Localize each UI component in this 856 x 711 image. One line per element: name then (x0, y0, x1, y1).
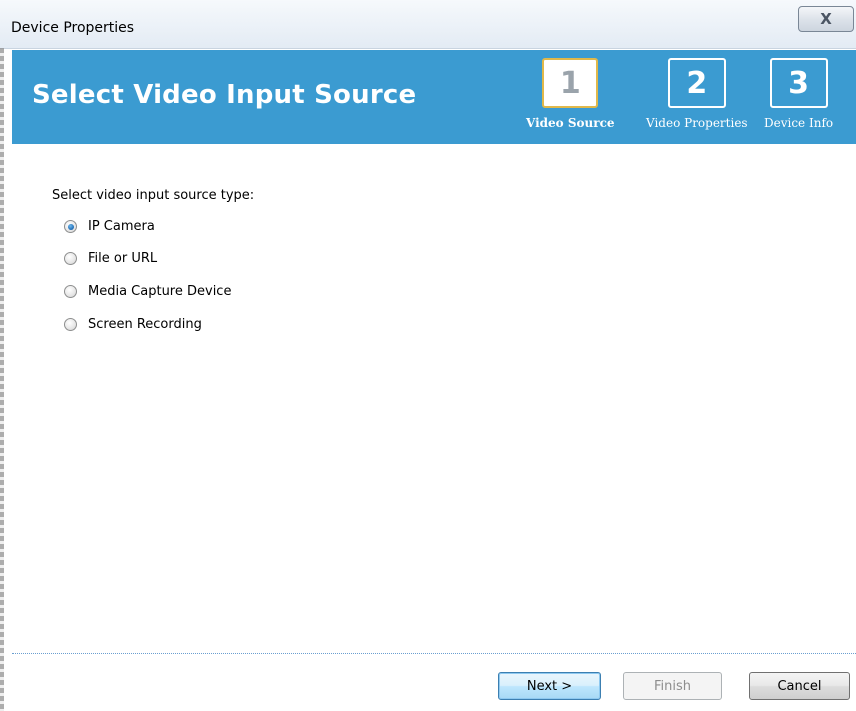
device-properties-window: Device Properties X Select Video Input S… (0, 0, 856, 711)
wizard-footer: Next > Finish Cancel (12, 654, 856, 711)
step-video-properties: 2 Video Properties (646, 58, 748, 130)
radio-unchecked-icon[interactable] (64, 285, 77, 298)
page-title: Select Video Input Source (32, 80, 417, 110)
option-label: Media Capture Device (88, 284, 232, 299)
step-number: 2 (686, 65, 708, 101)
step-number-box: 3 (769, 58, 828, 108)
title-bar: Device Properties X (0, 0, 856, 49)
radio-unchecked-icon[interactable] (64, 318, 77, 331)
step-label: Device Info (764, 116, 834, 130)
finish-button[interactable]: Finish (623, 672, 722, 700)
step-number: 1 (559, 65, 581, 101)
source-type-prompt: Select video input source type: (52, 188, 255, 203)
option-label: File or URL (88, 251, 158, 266)
next-button[interactable]: Next > (498, 672, 601, 700)
radio-unchecked-icon[interactable] (64, 252, 77, 265)
step-video-source: 1 Video Source (526, 58, 615, 130)
option-media-capture-device[interactable]: Media Capture Device (64, 284, 231, 299)
step-number: 3 (788, 65, 809, 101)
option-ip-camera[interactable]: IP Camera (64, 219, 155, 234)
close-button[interactable]: X (798, 6, 854, 32)
step-label: Video Source (526, 116, 615, 130)
step-number-box: 1 (542, 58, 599, 108)
option-label: IP Camera (88, 219, 155, 234)
step-label: Video Properties (646, 116, 748, 130)
cancel-button[interactable]: Cancel (749, 672, 850, 700)
step-number-box: 2 (667, 58, 726, 108)
option-file-or-url[interactable]: File or URL (64, 251, 157, 266)
radio-checked-icon[interactable] (64, 220, 77, 233)
option-label: Screen Recording (88, 317, 202, 332)
wizard-content: Select video input source type: IP Camer… (12, 144, 856, 652)
wizard-header: Select Video Input Source 1 Video Source… (12, 50, 856, 144)
close-icon: X (820, 10, 832, 28)
window-title: Device Properties (11, 20, 135, 36)
left-edge-border (0, 48, 4, 711)
option-screen-recording[interactable]: Screen Recording (64, 317, 202, 332)
step-device-info: 3 Device Info (764, 58, 833, 130)
